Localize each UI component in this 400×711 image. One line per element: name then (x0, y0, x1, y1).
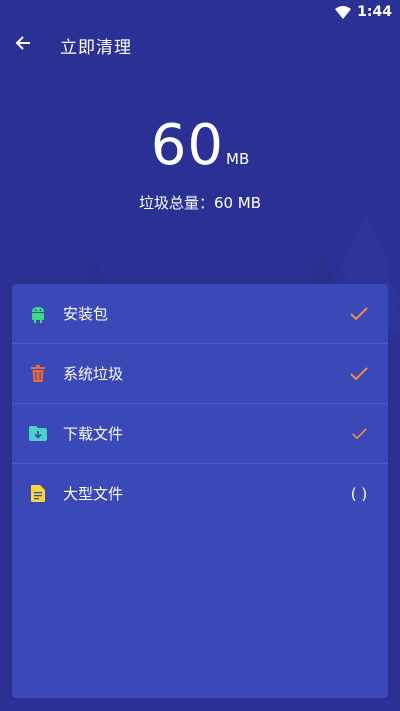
list-item-large-files[interactable]: 大型文件 ( ) (12, 464, 388, 523)
android-icon (28, 304, 48, 324)
checkbox-downloads[interactable] (344, 419, 374, 449)
back-button[interactable] (0, 26, 46, 64)
list-item-system-junk[interactable]: 系统垃圾 (12, 344, 388, 404)
junk-size-value: 60 (150, 113, 225, 178)
junk-size-unit: MB (226, 150, 250, 168)
checkbox-system-junk[interactable] (344, 359, 374, 389)
status-bar: 1:44 (0, 0, 400, 24)
junk-total-label: 垃圾总量：60 MB (138, 194, 262, 212)
junk-category-list: 安装包 系统垃圾 下载文件 大型文件 () (12, 284, 388, 698)
screen: 1:44 立即清理 60 MB 垃圾总量：60 MB 安装包 系统垃圾 下载文件… (0, 0, 400, 711)
checkmark-icon (350, 306, 368, 320)
arrow-back-icon (15, 35, 31, 55)
list-item-downloads[interactable]: 下载文件 (12, 404, 388, 464)
checkbox-large-files[interactable]: ( ) (344, 479, 374, 509)
page-title: 立即清理 (60, 37, 132, 58)
list-item-label: 安装包 (63, 305, 109, 323)
trash-icon (28, 364, 48, 384)
list-item-label: 大型文件 (63, 485, 124, 503)
document-icon (28, 484, 48, 504)
checkmark-icon (350, 366, 368, 380)
checkmark-icon (351, 427, 367, 439)
list-item-label: 系统垃圾 (63, 365, 124, 383)
download-folder-icon (28, 424, 48, 444)
app-bar: 立即清理 (0, 26, 400, 64)
checkbox-install-packages[interactable] (344, 299, 374, 329)
junk-size-readout: 60 MB (0, 112, 400, 180)
list-item-install-packages[interactable]: 安装包 (12, 284, 388, 344)
status-time: 1:44 (357, 4, 392, 20)
wifi-icon (335, 5, 352, 19)
list-item-label: 下载文件 (63, 425, 124, 443)
